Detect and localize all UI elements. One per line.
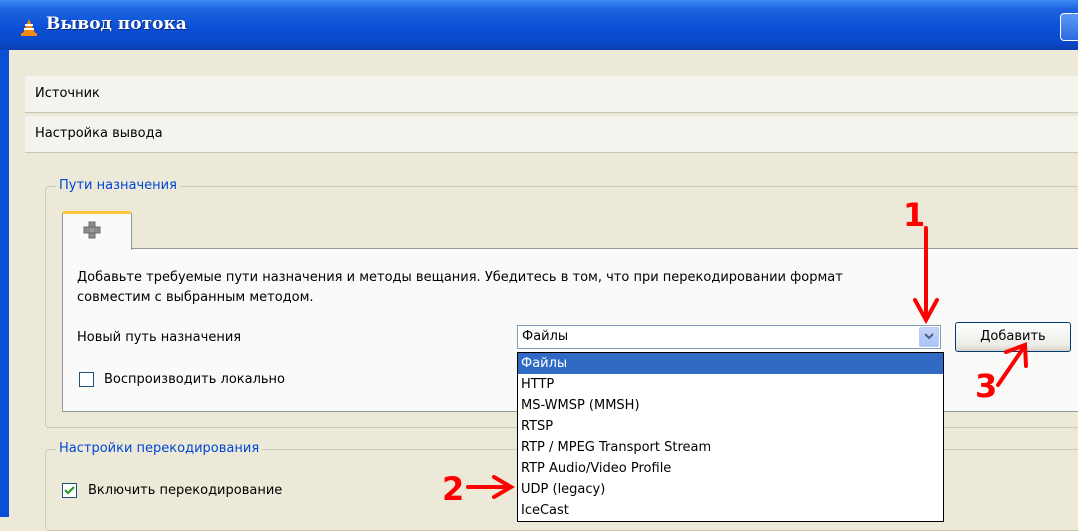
annotation-arrow-1 <box>913 226 939 325</box>
annotation-arrow-3 <box>996 342 1028 387</box>
annotation-arrow-2 <box>466 475 515 499</box>
annotation-arrows <box>466 226 1028 499</box>
